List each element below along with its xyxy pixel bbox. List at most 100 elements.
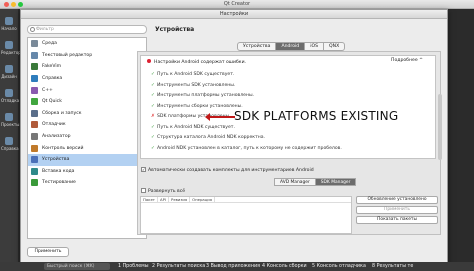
apply-packages-button[interactable]: Применить xyxy=(356,206,438,214)
category-item[interactable]: Анализатор xyxy=(28,131,146,143)
category-item[interactable]: FakeVim xyxy=(28,61,146,73)
mode-help[interactable]: Справка xyxy=(1,135,19,157)
col-package[interactable]: Пакет xyxy=(141,197,159,202)
welcome-icon xyxy=(5,17,13,25)
category-item[interactable]: Вставка кода xyxy=(28,166,146,178)
category-label: Текстовый редактор xyxy=(42,52,93,58)
category-icon xyxy=(31,179,38,187)
check-text: Структура каталога Android NDK корректна… xyxy=(157,135,266,140)
locator-input[interactable]: Быстрый поиск (⌘K) xyxy=(44,263,110,270)
category-icon xyxy=(31,156,38,164)
tab-devices[interactable]: Устройства xyxy=(237,42,277,51)
annotation-label: SDK PLATFORMS EXISTING xyxy=(234,109,399,123)
col-api[interactable]: API xyxy=(158,197,170,202)
category-list: Среда Текстовый редактор FakeVim Справка C++… xyxy=(27,37,147,239)
category-icon xyxy=(31,109,38,117)
options-dialog: Настройки Фильтр Среда Текстовый редактор… xyxy=(20,9,448,263)
expand-all-checkbox[interactable]: Развернуть всё xyxy=(141,188,185,194)
mode-edit[interactable]: Редактор xyxy=(1,39,21,61)
tab-application-output[interactable]: 3 Вывод приложения xyxy=(206,262,260,271)
edit-icon xyxy=(5,41,13,49)
category-label: Отладчик xyxy=(42,122,66,128)
tab-compile-output[interactable]: 4 Консоль сборки xyxy=(262,262,307,271)
tab-debugger-console[interactable]: 5 Консоль отладчика xyxy=(312,262,366,271)
tab-ios[interactable]: iOS xyxy=(305,42,325,51)
check-item: ✓ Путь к Android SDK существует. xyxy=(151,72,234,77)
design-icon xyxy=(5,65,13,73)
category-item[interactable]: Справка xyxy=(28,73,146,85)
check-item: ✓ Структура каталога Android NDK корректн… xyxy=(151,135,265,140)
table-header: Пакет API Ревизия Операция xyxy=(141,197,351,203)
minimize-window-icon[interactable] xyxy=(11,2,16,7)
sdk-package-table: Пакет API Ревизия Операция xyxy=(140,196,352,234)
category-item[interactable]: Контроль версий xyxy=(28,142,146,154)
status-scrollbar[interactable] xyxy=(438,94,442,160)
close-window-icon[interactable] xyxy=(4,2,9,7)
category-item[interactable]: Отладчик xyxy=(28,119,146,131)
mode-welcome[interactable]: Начало xyxy=(1,15,17,37)
auto-create-kits-checkbox[interactable]: ✓ Автоматически создавать комплекты для и… xyxy=(141,167,314,173)
details-toggle[interactable]: Подробнее ^ xyxy=(391,58,423,63)
show-packages-button[interactable]: Показать пакеты xyxy=(356,216,438,224)
mode-debug[interactable]: Отладка xyxy=(1,87,19,109)
category-label: Устройства xyxy=(42,157,70,163)
search-icon xyxy=(30,27,35,32)
help-icon xyxy=(5,137,13,145)
category-item[interactable]: Сборка и запуск xyxy=(28,108,146,120)
check-item: ✓ Инструменты SDK установлены. xyxy=(151,83,235,88)
category-item[interactable]: Тестирование xyxy=(28,177,146,189)
category-icon xyxy=(31,167,38,175)
output-pane-bar: Быстрый поиск (⌘K) 1 Проблемы 2 Результа… xyxy=(0,262,474,271)
status-header: Настройки Android содержат ошибки. xyxy=(147,59,246,65)
check-text: Инструменты сборки установлены. xyxy=(157,103,243,109)
check-text: Путь к Android SDK существует. xyxy=(157,72,235,77)
screen: Qt Creator Начало Редактор Дизайн Отладк… xyxy=(0,0,474,271)
category-label: FakeVim xyxy=(42,64,62,70)
category-label: Анализатор xyxy=(42,134,71,140)
mode-projects[interactable]: Проекты xyxy=(1,111,19,133)
manager-tabs: AVD Manager SDK Manager xyxy=(274,178,357,186)
apply-button[interactable]: Применить xyxy=(27,247,69,257)
tab-android[interactable]: Android xyxy=(276,42,306,51)
category-item[interactable]: Среда xyxy=(28,38,146,50)
category-label: Сборка и запуск xyxy=(42,110,82,116)
zoom-window-icon[interactable] xyxy=(18,2,23,7)
tab-test-results[interactable]: 8 Результаты те xyxy=(372,262,413,271)
filter-placeholder: Фильтр xyxy=(36,27,54,32)
category-item[interactable]: C++ xyxy=(28,84,146,96)
annotation-arrow xyxy=(205,113,235,121)
tab-issues[interactable]: 1 Проблемы xyxy=(118,262,149,271)
category-icon xyxy=(31,121,38,129)
update-installed-button[interactable]: Обновление установлено xyxy=(356,196,438,204)
filter-input[interactable]: Фильтр xyxy=(27,25,147,34)
category-icon xyxy=(31,144,38,152)
category-item[interactable]: Qt Quick xyxy=(28,96,146,108)
tab-sdk-manager[interactable]: SDK Manager xyxy=(315,178,357,186)
category-icon xyxy=(31,75,38,83)
tab-search-results[interactable]: 2 Результаты поиска xyxy=(152,262,205,271)
check-item: ✓ Инструменты сборки установлены. xyxy=(151,104,243,109)
category-label: Среда xyxy=(42,41,57,47)
check-item: ✓ Инструменты платформы установлены. xyxy=(151,93,254,98)
col-operation[interactable]: Операция xyxy=(190,197,216,202)
mode-selector: Начало Редактор Дизайн Отладка Проекты С… xyxy=(0,9,21,262)
checkbox-unchecked-icon xyxy=(141,188,146,193)
android-status-panel: Настройки Android содержат ошибки. Подро… xyxy=(140,55,442,160)
app-title: Qt Creator xyxy=(223,1,251,7)
dialog-title: Настройки xyxy=(21,10,447,19)
category-icon xyxy=(31,86,38,94)
col-revision[interactable]: Ревизия xyxy=(169,197,191,202)
mode-design[interactable]: Дизайн xyxy=(1,63,17,85)
check-text: Android NDK установлен в каталог, путь к… xyxy=(157,145,342,151)
category-icon xyxy=(31,133,38,141)
category-item[interactable]: Устройства xyxy=(28,153,146,166)
page-title: Устройства xyxy=(155,26,195,33)
check-text: Инструменты платформы установлены. xyxy=(157,93,255,98)
tab-qnx[interactable]: QNX xyxy=(324,42,346,51)
app-titlebar: Qt Creator xyxy=(0,0,474,9)
tab-avd-manager[interactable]: AVD Manager xyxy=(274,178,316,186)
check-text: Путь к Android NDK существует. xyxy=(157,124,235,130)
category-item[interactable]: Текстовый редактор xyxy=(28,50,146,62)
category-icon xyxy=(31,98,38,106)
debug-icon xyxy=(5,89,13,97)
